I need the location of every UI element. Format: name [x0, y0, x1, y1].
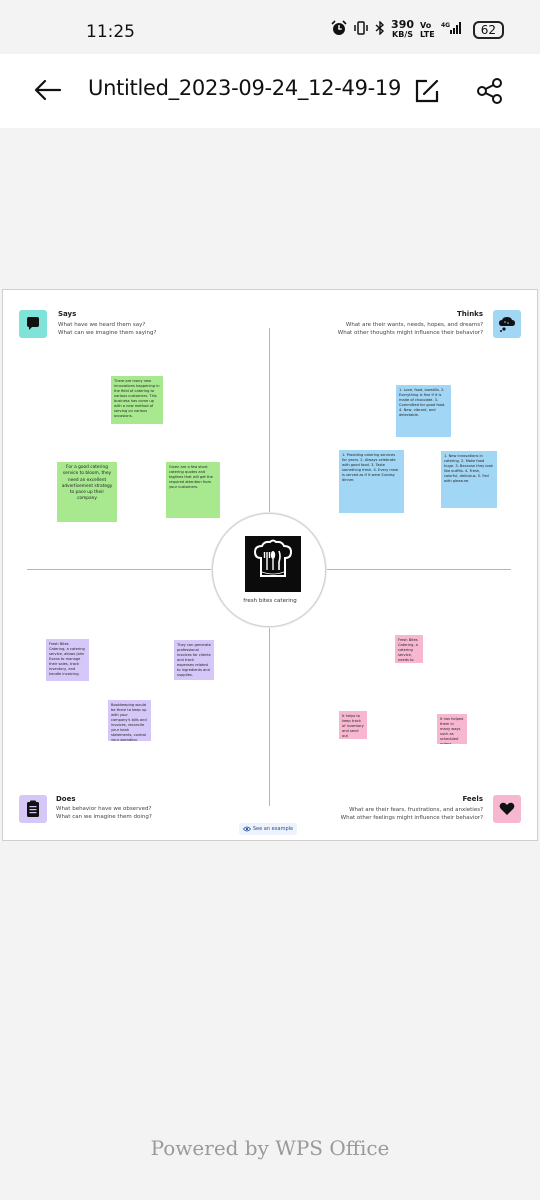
alarm-icon [331, 20, 347, 40]
see-example-button[interactable]: See an example [239, 823, 297, 835]
feels-prompt-2: What other feelings might influence thei… [340, 815, 483, 821]
app-bar: Untitled_2023-09-24_12-49-19 [0, 54, 540, 128]
does-prompt-2: What can we imagine them doing? [56, 814, 152, 820]
eye-icon [242, 826, 251, 832]
sticky-note-feels-2[interactable]: It helps to keep track of inventory and … [339, 711, 367, 739]
sticky-note-says-2[interactable]: For a good catering service to bloom, th… [57, 462, 117, 522]
vibrate-icon [353, 21, 369, 39]
sticky-note-feels-3[interactable]: It has helped them in many ways such as … [437, 714, 467, 744]
feels-title: Feels [462, 795, 483, 803]
persona-label: fresh bites catering [243, 598, 297, 604]
share-button[interactable] [472, 74, 508, 108]
sticky-note-says-1[interactable]: There are many new innovations happening… [111, 376, 163, 424]
empathy-map-canvas[interactable]: Says What have we heard them say? What c… [2, 289, 538, 841]
svg-text:4G: 4G [441, 22, 450, 29]
signal-icon: 4G [441, 21, 463, 39]
network-speed: 390 KB/S [391, 18, 415, 39]
edit-button[interactable] [410, 74, 444, 108]
bluetooth-icon [375, 20, 385, 39]
status-time: 11:25 [86, 22, 135, 42]
speech-bubble-icon [19, 310, 47, 338]
says-prompt-2: What can we imagine them saying? [58, 330, 157, 336]
says-prompt-1: What have we heard them say? [58, 322, 146, 328]
share-icon [477, 78, 502, 104]
status-icons: 390 KB/S Vo LTE 4G 62 [331, 18, 504, 40]
sticky-note-does-2[interactable]: They can generate professional invoices … [174, 640, 214, 680]
says-title: Says [58, 310, 77, 318]
persona-circle[interactable]: fresh bites catering [212, 513, 326, 627]
sticky-note-does-3[interactable]: Bookkeeping would be there to keep up wi… [108, 700, 151, 741]
sticky-note-thinks-1[interactable]: 1. Love, food, lowstills. 2. Everything … [396, 385, 451, 437]
battery-indicator: 62 [472, 21, 504, 39]
heart-icon [493, 795, 521, 823]
see-example-label: See an example [252, 826, 294, 832]
back-button[interactable] [30, 72, 66, 108]
back-arrow-icon [34, 79, 62, 101]
feels-prompt-1: What are their fears, frustrations, and … [349, 807, 483, 813]
does-title: Does [56, 795, 76, 803]
clipboard-icon [19, 795, 47, 823]
sticky-note-does-1[interactable]: Fresh Bites Catering, a catering service… [46, 639, 89, 681]
volte-indicator: Vo LTE [420, 21, 435, 39]
thinks-title: Thinks [457, 310, 483, 318]
edit-icon [415, 79, 439, 103]
sticky-note-says-3[interactable]: Given are a few short catering quotes an… [166, 462, 220, 518]
status-bar: 11:25 390 KB/S Vo LTE 4G 62 [0, 0, 540, 54]
catering-logo [245, 536, 301, 592]
sticky-note-thinks-2[interactable]: 1. Providing catering services for years… [339, 450, 404, 513]
thought-cloud-icon [493, 310, 521, 338]
does-prompt-1: What behavior have we observed? [56, 806, 152, 812]
thinks-prompt-2: What other thoughts might influence thei… [337, 330, 483, 336]
thinks-prompt-1: What are their wants, needs, hopes, and … [345, 322, 483, 328]
sticky-note-thinks-3[interactable]: 1. New innovations in catering. 2. Make … [441, 451, 497, 508]
powered-by-footer: Powered by WPS Office [150, 1136, 390, 1160]
sticky-note-feels-1[interactable]: Fresh Bites Catering, a catering service… [395, 635, 423, 663]
document-title: Untitled_2023-09-24_12-49-19 [88, 76, 402, 100]
